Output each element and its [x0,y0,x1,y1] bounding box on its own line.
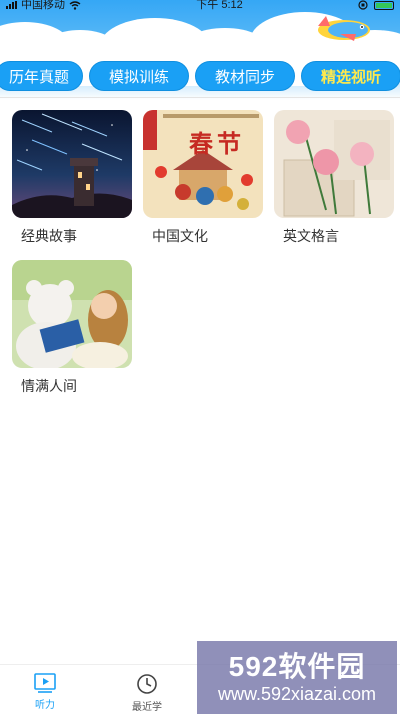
carrier-name: 中国移动 [21,0,65,11]
play-square-icon [34,673,56,693]
tab-label: 模拟训练 [108,68,169,86]
header-divider [0,97,400,98]
tab-label: 精选视听 [320,68,381,86]
tab-textbook-sync[interactable]: 教材同步 [195,61,295,91]
watermark-brand: 592软件园 [228,650,366,682]
card-chinese-culture[interactable]: 春节 中国文化 [143,110,263,244]
signal-icon [6,1,17,9]
carnation-flowers-image [274,110,394,218]
card-warm-world[interactable]: 情满人间 [12,260,132,394]
tab-selected-audio-video[interactable]: 精选视听 [301,61,400,91]
tab-label: 最近学 [132,702,162,713]
status-bar: 中国移动 下午 5:12 [0,0,400,11]
orientation-lock-icon [358,0,368,10]
watermark-url: www.592xiazai.com [217,683,377,704]
tab-listening[interactable]: 听力 [15,673,75,711]
card-label: 中国文化 [152,228,208,244]
tab-recently-learned[interactable]: 最近学 [117,673,177,713]
tab-past-exams[interactable]: 历年真题 [0,61,83,91]
site-watermark: 592软件园 www.592xiazai.com [197,641,397,714]
tab-label: 教材同步 [214,68,275,86]
girl-teddy-bear-image [12,260,132,368]
tab-mock-training[interactable]: 模拟训练 [89,61,189,91]
night-castle-meteor-image [12,110,132,218]
airplane-mascot-icon [318,16,370,41]
tab-label: 听力 [35,700,55,711]
tab-label: 历年真题 [8,68,69,86]
status-time: 下午 5:12 [196,0,243,11]
category-tabs: 历年真题 模拟训练 教材同步 精选视听 [0,61,400,91]
poster-title-text: 春节 [189,129,245,158]
card-label: 英文格言 [283,228,339,244]
clock-icon [137,674,157,694]
card-classic-stories[interactable]: 经典故事 [12,110,132,244]
card-label: 经典故事 [21,228,77,244]
battery-icon [374,0,394,10]
card-english-quotes[interactable]: 英文格言 [274,110,394,244]
wifi-icon [69,0,81,10]
card-label: 情满人间 [21,378,77,394]
spring-festival-poster-image: 春节 [143,110,263,218]
